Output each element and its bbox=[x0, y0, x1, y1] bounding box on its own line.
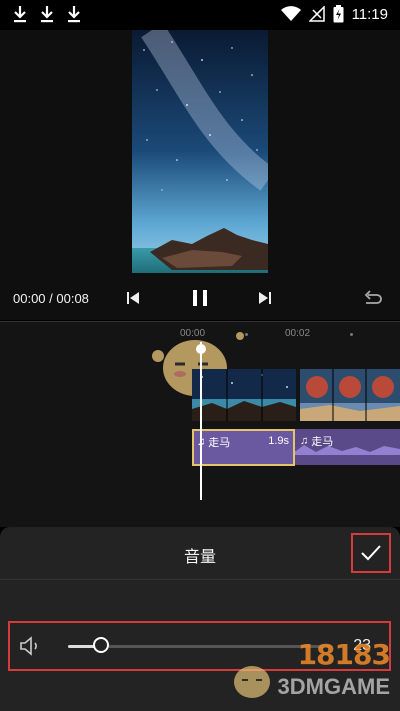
audio-clip-label: ♫ 走马 bbox=[300, 435, 334, 448]
mascot-watermark bbox=[233, 666, 270, 698]
video-clip[interactable] bbox=[192, 369, 296, 421]
audio-duration: 1.9s bbox=[268, 435, 289, 447]
video-preview-area bbox=[0, 30, 400, 320]
download-icon bbox=[14, 6, 26, 23]
selected-audio-clip[interactable]: ♫ 走马 1.9s bbox=[192, 429, 295, 466]
battery-charging-icon bbox=[333, 5, 344, 23]
confirm-button[interactable] bbox=[351, 533, 391, 573]
timeline[interactable]: 00:00 00:02 ♫ 走马 走马 1.9s bbox=[0, 322, 400, 527]
pause-icon[interactable] bbox=[190, 287, 210, 309]
music-note-icon: ♫ bbox=[300, 435, 309, 447]
tick-label: 00:02 bbox=[285, 328, 311, 339]
video-preview[interactable] bbox=[132, 30, 268, 273]
panel-title: 音量 bbox=[183, 549, 216, 566]
download-icon bbox=[68, 6, 80, 23]
playhead[interactable] bbox=[200, 342, 202, 500]
undo-icon[interactable] bbox=[362, 287, 384, 309]
watermark: 3DMGAME 18183 bbox=[230, 638, 391, 700]
wifi-icon bbox=[280, 6, 301, 21]
divider bbox=[0, 579, 400, 580]
no-signal-icon bbox=[308, 6, 325, 22]
volume-slider-thumb[interactable] bbox=[93, 637, 110, 653]
watermark-text: 3DMGAME bbox=[277, 674, 390, 699]
tick-dot bbox=[350, 333, 353, 336]
playback-controls: 00:00 / 00:08 bbox=[0, 283, 400, 313]
skip-previous-icon[interactable] bbox=[126, 287, 140, 309]
video-clip[interactable] bbox=[300, 369, 400, 421]
clock: 11:19 bbox=[351, 5, 388, 23]
speaker-icon bbox=[20, 636, 37, 656]
time-display: 00:00 / 00:08 bbox=[13, 291, 89, 306]
check-icon bbox=[361, 545, 381, 561]
skip-next-icon[interactable] bbox=[258, 287, 272, 309]
status-bar: 11:19 bbox=[0, 0, 400, 30]
playhead-handle[interactable] bbox=[196, 344, 206, 354]
watermark-logo: 18183 bbox=[297, 638, 391, 671]
download-icon bbox=[41, 6, 53, 23]
